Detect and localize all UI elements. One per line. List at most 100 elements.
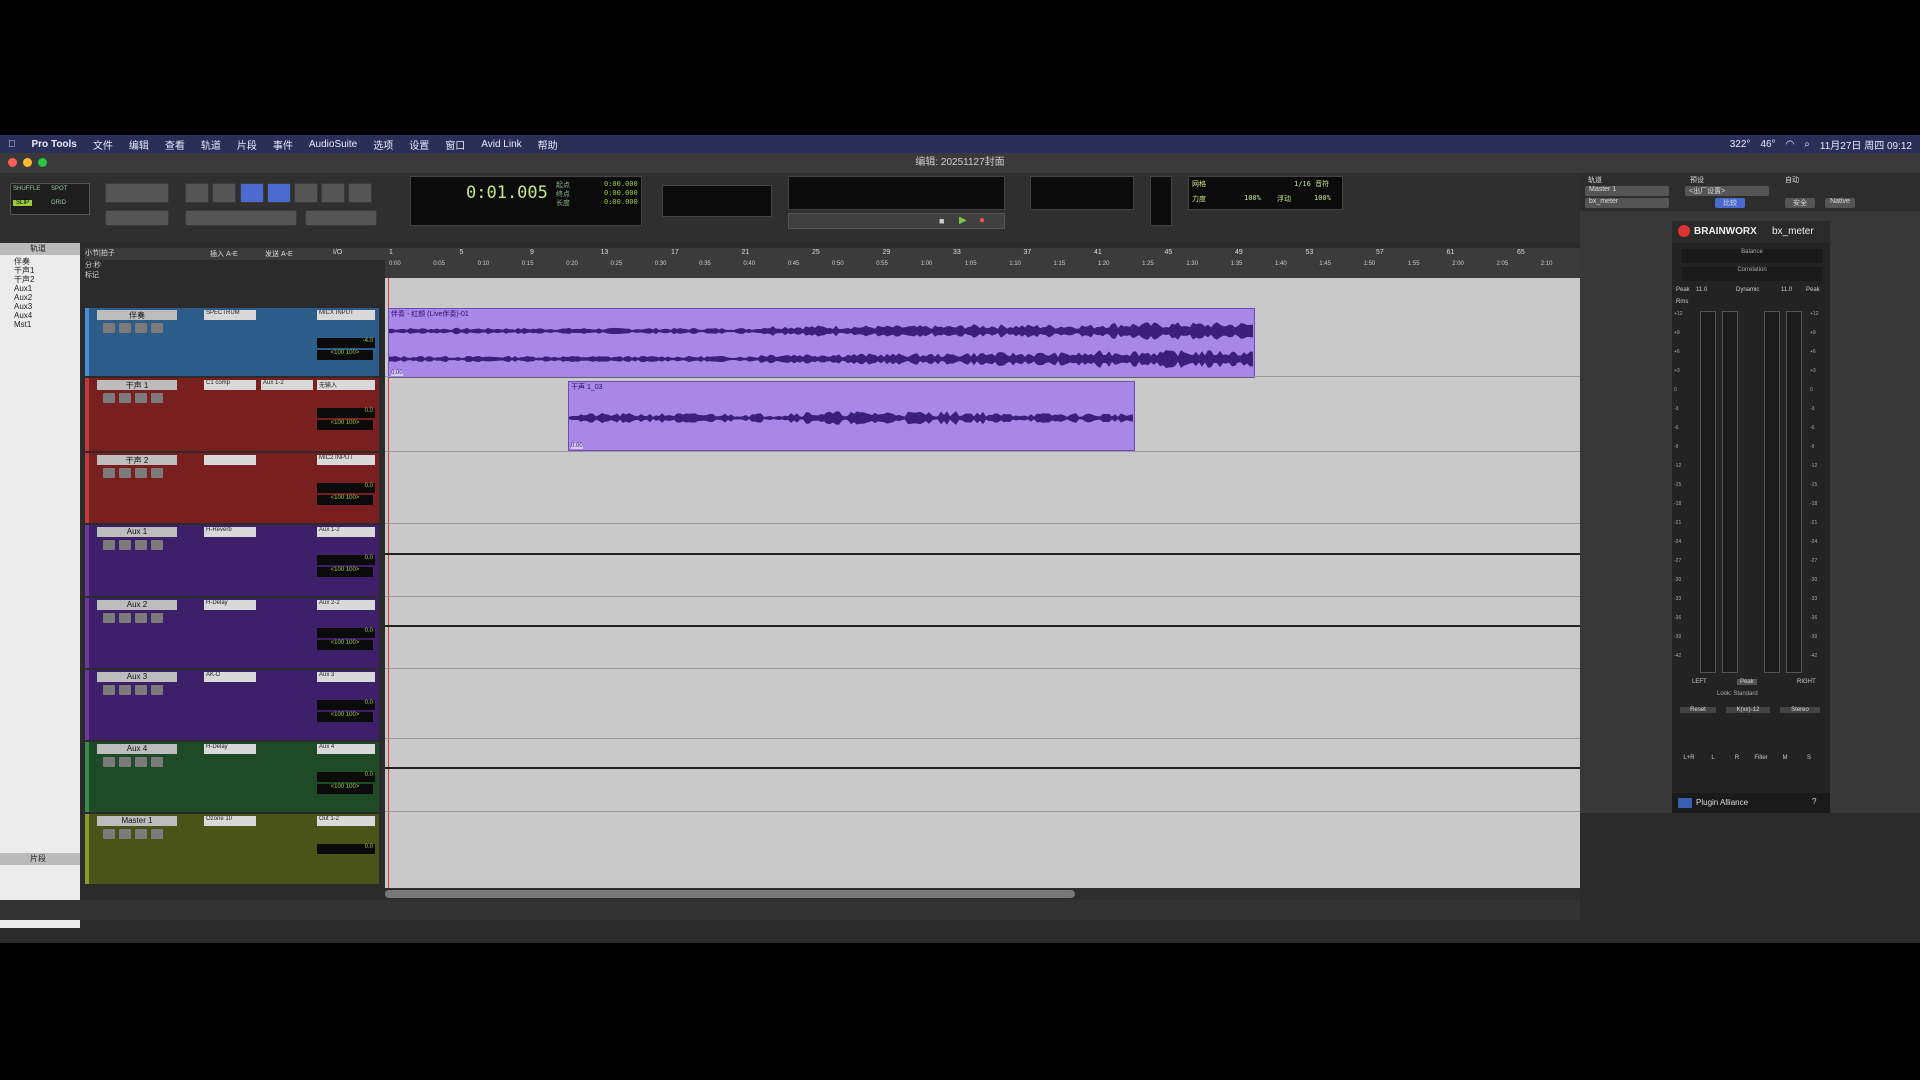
io-input-select[interactable]: MICX INPUT bbox=[317, 310, 375, 320]
mute-button[interactable] bbox=[151, 393, 163, 403]
plugin-insert-select[interactable]: bx_meter bbox=[1585, 198, 1669, 208]
rec-button[interactable] bbox=[103, 685, 115, 695]
menu-track[interactable]: 轨道 bbox=[193, 137, 229, 152]
volume-readout[interactable]: 0.0 bbox=[317, 844, 375, 854]
native-button[interactable]: Native bbox=[1825, 198, 1855, 208]
track-name[interactable]: Aux 3 bbox=[97, 672, 177, 682]
nudge-buttons[interactable] bbox=[105, 210, 169, 226]
main-counter-value[interactable]: 0:01.005 bbox=[466, 183, 548, 203]
menu-clip[interactable]: 片段 bbox=[229, 137, 265, 152]
input-button[interactable] bbox=[119, 540, 131, 550]
solo-button[interactable] bbox=[135, 829, 147, 839]
aux2-volume-line[interactable] bbox=[385, 625, 1580, 627]
rec-button[interactable] bbox=[103, 757, 115, 767]
rec-button[interactable] bbox=[103, 393, 115, 403]
tempo-meter[interactable] bbox=[1030, 176, 1134, 210]
io-input-select[interactable]: 无输入 bbox=[317, 380, 375, 390]
insert-slot[interactable]: C1 comp bbox=[204, 380, 256, 390]
trim-tool[interactable] bbox=[240, 183, 264, 203]
mute-button[interactable] bbox=[151, 757, 163, 767]
volume-readout[interactable]: 0.0 bbox=[317, 772, 375, 782]
wifi-icon[interactable]: ◠ bbox=[1786, 139, 1795, 150]
send-slot[interactable]: Aux 1-2 bbox=[261, 380, 313, 390]
edit-area[interactable]: 伴奏 - 红颜 (Live伴奏)-01 0.00 干声 1_03 0.00 bbox=[385, 278, 1580, 888]
insert-slot[interactable]: H-Reverb bbox=[204, 527, 256, 537]
menu-options[interactable]: 选项 bbox=[365, 137, 401, 152]
track-header[interactable]: 干声 1 C1 comp Aux 1-2 无输入 0.0 <100 100> bbox=[85, 378, 379, 451]
tracklist-item[interactable]: 伴奏 bbox=[14, 257, 80, 266]
tracklist-item[interactable]: Mst1 bbox=[14, 320, 80, 329]
close-button[interactable] bbox=[8, 158, 17, 167]
peak-button[interactable]: Peak bbox=[1737, 679, 1757, 685]
volume-readout[interactable]: 0.0 bbox=[317, 555, 375, 565]
volume-readout[interactable]: -4.0 bbox=[317, 338, 375, 348]
pan-readout[interactable]: <100 100> bbox=[317, 420, 373, 430]
rec-button[interactable] bbox=[103, 613, 115, 623]
strength-value[interactable]: 100% bbox=[1244, 194, 1261, 202]
link-buttons[interactable] bbox=[185, 210, 297, 226]
insert-slot[interactable] bbox=[204, 455, 256, 465]
io-input-select[interactable]: Aux 3 bbox=[317, 672, 375, 682]
insert-slot[interactable]: SPECTRUM bbox=[204, 310, 256, 320]
play-icon[interactable]: ▶ bbox=[959, 215, 967, 226]
pan-readout[interactable]: <100 100> bbox=[317, 640, 373, 650]
scroll-thumb[interactable] bbox=[385, 890, 1075, 898]
input-button[interactable] bbox=[119, 613, 131, 623]
mute-button[interactable] bbox=[151, 323, 163, 333]
pan-readout[interactable]: <100 100> bbox=[317, 784, 373, 794]
clock[interactable]: 11月27日 周四 09:12 bbox=[1820, 137, 1912, 152]
menu-file[interactable]: 文件 bbox=[85, 137, 121, 152]
monitor-mode-button[interactable]: M bbox=[1776, 755, 1794, 761]
tracklist-item[interactable]: 干声1 bbox=[14, 266, 80, 275]
io-input-select[interactable]: MIC2 INPUT bbox=[317, 455, 375, 465]
zoom-button[interactable] bbox=[38, 158, 47, 167]
magnifier-icon[interactable] bbox=[212, 183, 236, 203]
menu-view[interactable]: 查看 bbox=[157, 137, 193, 152]
volume-readout[interactable]: 0.0 bbox=[317, 483, 375, 493]
track-header[interactable]: Aux 4 H-Delay Aux 4 0.0 <100 100> bbox=[85, 742, 379, 812]
pencil-icon[interactable] bbox=[348, 183, 372, 203]
k-scale-button[interactable]: K(xx)-12 bbox=[1726, 707, 1770, 713]
peak-left-value[interactable]: 11.0 bbox=[1696, 287, 1707, 293]
monitor-mode-button[interactable]: L+R bbox=[1680, 755, 1698, 761]
solo-button[interactable] bbox=[135, 393, 147, 403]
input-button[interactable] bbox=[119, 323, 131, 333]
end-value[interactable]: 0:00.000 bbox=[604, 189, 638, 197]
nudge-counter[interactable] bbox=[662, 185, 772, 217]
mode-slip[interactable]: SLIP bbox=[13, 200, 33, 206]
length-value[interactable]: 0:00.000 bbox=[604, 198, 638, 206]
pan-readout[interactable]: <100 100> bbox=[317, 567, 373, 577]
track-header[interactable]: 伴奏 SPECTRUM MICX INPUT -4.0 <100 100> bbox=[85, 308, 379, 376]
track-header[interactable]: 干声 2 MIC2 INPUT 0.0 <100 100> bbox=[85, 453, 379, 523]
input-button[interactable] bbox=[119, 829, 131, 839]
menu-edit[interactable]: 编辑 bbox=[121, 137, 157, 152]
minimize-button[interactable] bbox=[23, 158, 32, 167]
selector-tool[interactable] bbox=[267, 183, 291, 203]
track-header[interactable]: Master 1 Ozone 10 Out 1-2 0.0 bbox=[85, 814, 379, 884]
search-icon[interactable]: ⌕ bbox=[1804, 139, 1810, 150]
menu-audiosuite[interactable]: AudioSuite bbox=[301, 139, 365, 150]
help-icon[interactable]: ? bbox=[1812, 797, 1816, 806]
aux1-volume-line[interactable] bbox=[385, 553, 1580, 555]
mute-button[interactable] bbox=[151, 540, 163, 550]
aux4-volume-line[interactable] bbox=[385, 767, 1580, 769]
tracklist-item[interactable]: 干声2 bbox=[14, 275, 80, 284]
track-name[interactable]: 干声 2 bbox=[97, 455, 177, 465]
solo-button[interactable] bbox=[135, 757, 147, 767]
grabber-tool[interactable] bbox=[294, 183, 318, 203]
monitor-mode-button[interactable]: R bbox=[1728, 755, 1746, 761]
insert-slot[interactable]: AK-D bbox=[204, 672, 256, 682]
monitor-mode-button[interactable]: Filter bbox=[1752, 755, 1770, 761]
audio-clip[interactable]: 伴奏 - 红颜 (Live伴奏)-01 0.00 bbox=[388, 308, 1255, 378]
start-value[interactable]: 0:00.000 bbox=[604, 180, 638, 188]
clip-gain-label[interactable]: 0.00 bbox=[571, 443, 583, 449]
zoomer-tool[interactable] bbox=[185, 183, 209, 203]
zoom-buttons[interactable] bbox=[105, 183, 169, 203]
solo-button[interactable] bbox=[135, 323, 147, 333]
volume-readout[interactable]: 0.0 bbox=[317, 700, 375, 710]
track-name[interactable]: Aux 2 bbox=[97, 600, 177, 610]
input-button[interactable] bbox=[119, 468, 131, 478]
compare-button[interactable]: 比较 bbox=[1715, 198, 1745, 208]
monitor-mode-button[interactable]: L bbox=[1704, 755, 1722, 761]
track-header[interactable]: Aux 1 H-Reverb Aux 1-2 0.0 <100 100> bbox=[85, 525, 379, 596]
